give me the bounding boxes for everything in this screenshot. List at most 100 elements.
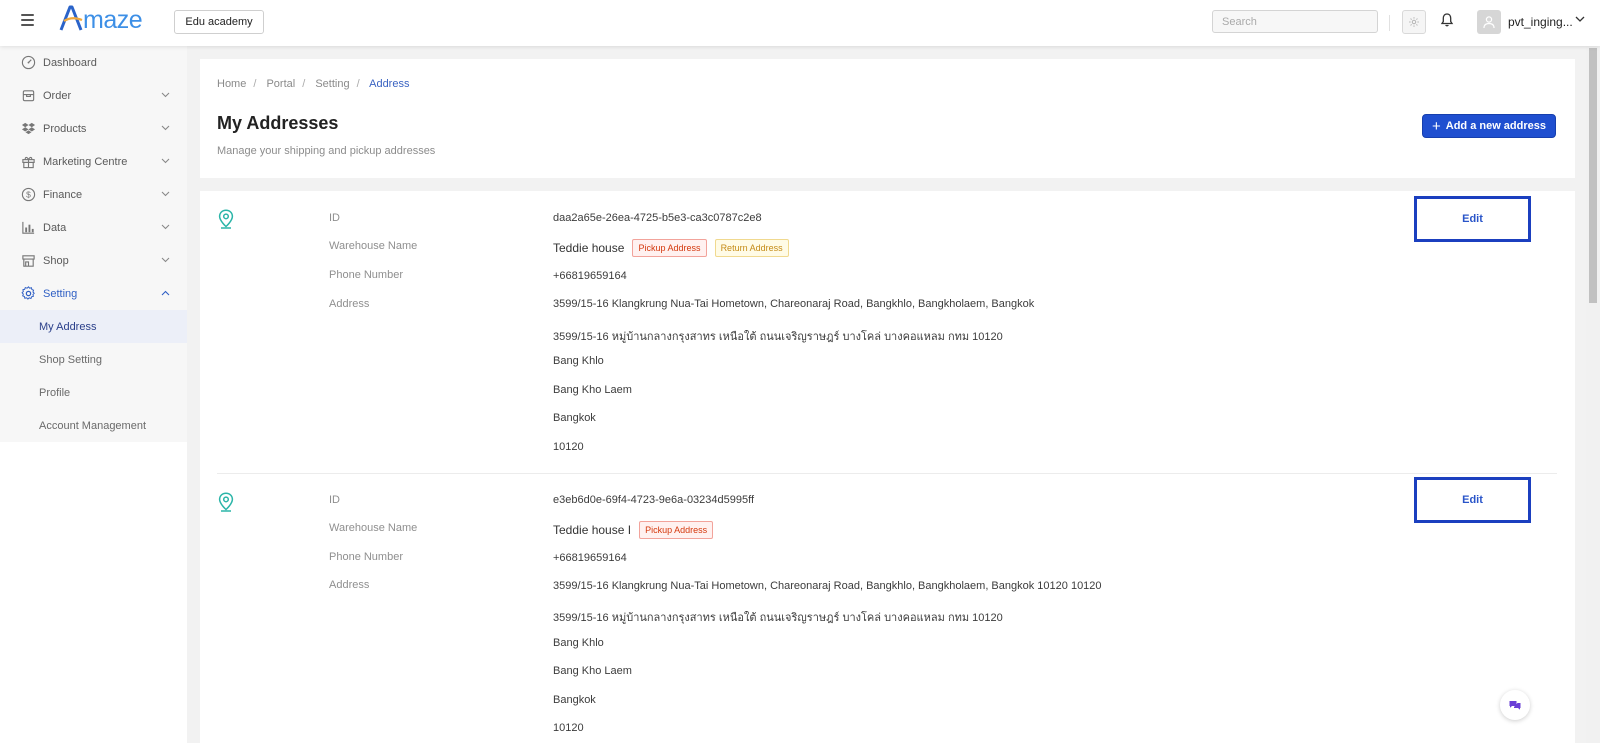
warehouse-label: Warehouse Name [329, 240, 418, 252]
chat-button[interactable] [1500, 690, 1530, 720]
sidebar-item-label: Finance [43, 188, 83, 201]
gift-icon [22, 156, 35, 169]
sidebar-item-finance[interactable]: $ Finance [0, 178, 187, 211]
breadcrumb-setting[interactable]: Setting [315, 78, 349, 90]
warehouse-name-row: Teddie house Pickup Address Return Addre… [553, 239, 789, 257]
sidebar-item-label: Dashboard [43, 56, 97, 69]
chevron-down-icon[interactable] [1575, 15, 1585, 23]
box-icon [22, 90, 35, 102]
plus-icon: + [1431, 117, 1441, 135]
sidebar-item-label: Marketing Centre [43, 155, 128, 168]
chevron-down-icon [161, 191, 170, 197]
sidebar-item-order[interactable]: Order [0, 79, 187, 112]
address-line: Bang Khlo [553, 637, 604, 649]
sidebar-subitem-account-management[interactable]: Account Management [0, 409, 187, 442]
address-line: Bang Kho Laem [553, 665, 632, 677]
sidebar-item-data[interactable]: Data [0, 211, 187, 244]
sidebar-subitem-shop-setting[interactable]: Shop Setting [0, 343, 187, 376]
page-scrollbar[interactable] [1586, 46, 1600, 743]
page-header-card: Home / Portal / Setting / Address My Addres… [200, 59, 1575, 178]
sidebar-subitem-profile[interactable]: Profile [0, 376, 187, 409]
phone-label: Phone Number [329, 551, 403, 563]
address-line: Bang Khlo [553, 355, 604, 367]
sidebar-item-setting[interactable]: Setting [0, 277, 187, 310]
amaze-logo[interactable]: maze [59, 5, 143, 36]
address-line: 3599/15-16 หมู่บ้านกลางกรุงสาทร เหนือใต้… [553, 331, 1003, 343]
header-divider [1389, 15, 1390, 31]
avatar[interactable] [1477, 10, 1501, 34]
warehouse-name: Teddie house I [553, 523, 632, 537]
sidebar-item-shop[interactable]: Shop [0, 244, 187, 277]
address-line: 3599/15-16 หมู่บ้านกลางกรุงสาทร เหนือใต้… [553, 612, 1003, 624]
breadcrumb-portal[interactable]: Portal [266, 78, 295, 90]
menu-icon[interactable] [21, 14, 34, 27]
address-line: Bang Kho Laem [553, 384, 632, 396]
sidebar-subitem-my-address[interactable]: My Address [0, 310, 187, 343]
chevron-down-icon [161, 158, 170, 164]
warehouse-name-row: Teddie house I Pickup Address [553, 521, 714, 539]
top-bar: maze Edu academy pvt_inging... [0, 0, 1600, 46]
address-line: Bangkok [553, 412, 596, 424]
store-icon [22, 255, 35, 267]
breadcrumb: Home / Portal / Setting / Address [217, 78, 410, 90]
bar-chart-icon [22, 221, 35, 234]
location-pin-icon [218, 209, 234, 229]
search-input[interactable] [1212, 10, 1378, 33]
id-label: ID [329, 212, 340, 224]
chevron-down-icon [161, 92, 170, 98]
address-line: 3599/15-16 Klangkrung Nua-Tai Hometown, … [553, 580, 1102, 592]
dropbox-icon [21, 122, 36, 135]
chevron-down-icon [161, 224, 170, 230]
phone-number: +66819659164 [553, 552, 627, 564]
edit-address-button[interactable]: Edit [1414, 196, 1531, 242]
address-label: Address [329, 298, 370, 310]
address-line: 3599/15-16 Klangkrung Nua-Tai Hometown, … [553, 298, 1035, 310]
warehouse-label: Warehouse Name [329, 522, 418, 534]
user-icon [1483, 16, 1495, 29]
sidebar-item-label: Order [43, 89, 72, 102]
gear-icon [1409, 17, 1419, 27]
sidebar-item-products[interactable]: Products [0, 112, 187, 145]
breadcrumb-current: Address [369, 78, 410, 90]
edit-address-button[interactable]: Edit [1414, 477, 1531, 523]
breadcrumb-home[interactable]: Home [217, 78, 246, 90]
dashboard-icon [21, 55, 36, 70]
logo-text: maze [83, 6, 143, 34]
address-id: e3eb6d0e-69f4-4723-9e6a-03234d5995ff [553, 494, 755, 506]
add-address-label: Add a new address [1445, 120, 1547, 132]
username[interactable]: pvt_inging... [1508, 15, 1573, 29]
chevron-up-icon [161, 290, 170, 296]
address-line: 10120 [553, 722, 584, 734]
location-pin-icon [218, 492, 234, 512]
sidebar-item-label: Data [43, 221, 67, 234]
scrollbar-thumb[interactable] [1589, 48, 1597, 303]
chevron-down-icon [161, 257, 170, 263]
sidebar-item-label: Setting [43, 287, 78, 300]
address-line: 10120 [553, 441, 584, 453]
page-title: My Addresses [217, 113, 339, 133]
phone-label: Phone Number [329, 269, 403, 281]
shop-selector-button[interactable]: Edu academy [174, 10, 264, 34]
add-address-button[interactable]: + Add a new address [1422, 114, 1556, 138]
gear-icon [21, 286, 35, 300]
logo-a-icon [59, 5, 83, 31]
sidebar-item-label: Products [43, 122, 87, 135]
page-subtitle: Manage your shipping and pickup addresse… [217, 145, 436, 157]
sidebar: Dashboard Order Products Marketing Centr… [0, 46, 187, 743]
row-divider [217, 473, 1557, 474]
warehouse-name: Teddie house [553, 241, 625, 255]
sidebar-nav: Dashboard Order Products Marketing Centr… [0, 46, 187, 442]
phone-number: +66819659164 [553, 270, 627, 282]
dollar-icon: $ [21, 187, 36, 202]
bell-icon[interactable] [1440, 12, 1454, 28]
sidebar-item-dashboard[interactable]: Dashboard [0, 46, 187, 79]
sidebar-item-marketing[interactable]: Marketing Centre [0, 145, 187, 178]
id-label: ID [329, 494, 340, 506]
address-line: Bangkok [553, 694, 596, 706]
settings-button[interactable] [1402, 10, 1426, 34]
svg-text:$: $ [26, 190, 31, 200]
return-address-badge: Return Address [714, 239, 789, 257]
chevron-down-icon [161, 125, 170, 131]
address-list: ID Warehouse Name Phone Number Address d… [200, 191, 1575, 743]
chat-icon [1509, 701, 1521, 710]
